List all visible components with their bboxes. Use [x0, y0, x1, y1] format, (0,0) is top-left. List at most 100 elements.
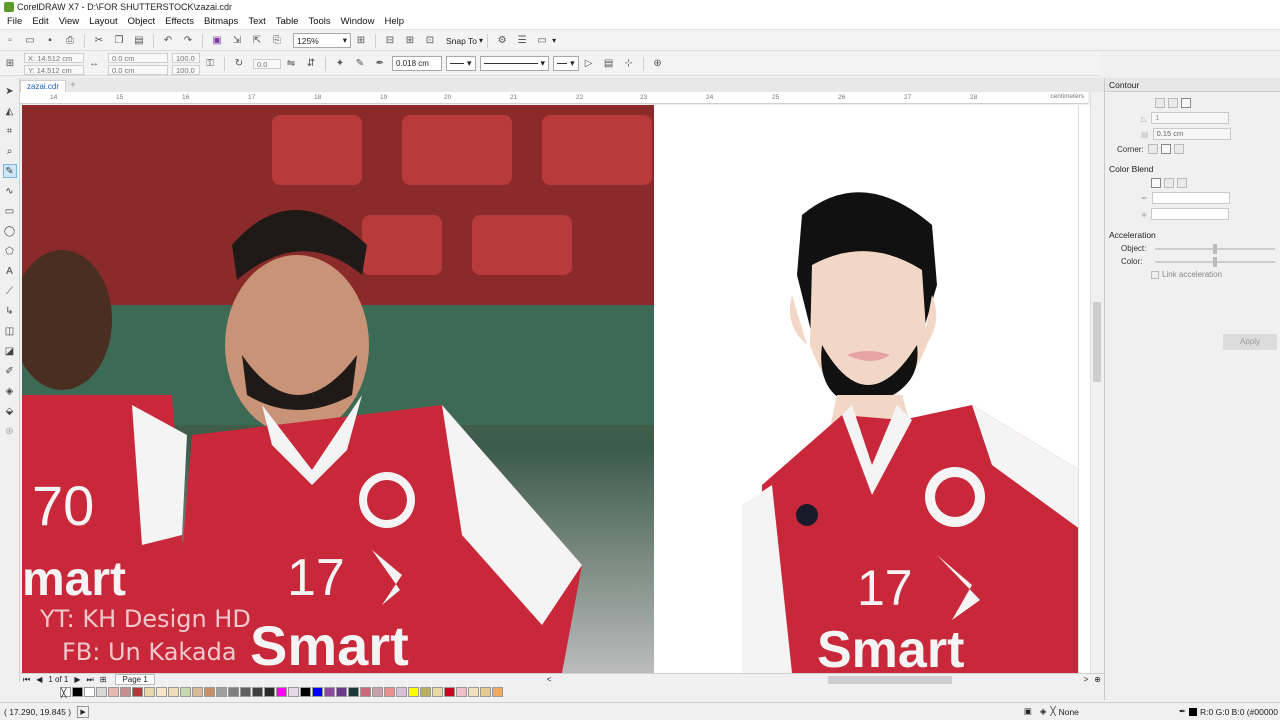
palette-swatch[interactable] — [480, 687, 491, 697]
scroll-left-icon[interactable]: < — [547, 675, 552, 684]
contour-offset-field[interactable]: 0.15 cm — [1152, 128, 1231, 140]
show-grid-icon[interactable]: ⊞ — [403, 34, 417, 48]
redo-icon[interactable]: ↷ — [181, 34, 195, 48]
palette-swatch[interactable] — [180, 687, 191, 697]
palette-swatch[interactable] — [240, 687, 251, 697]
pick-tool-icon[interactable]: ➤ — [3, 84, 17, 98]
palette-swatch[interactable] — [156, 687, 167, 697]
height-field[interactable]: 0.0 cm — [108, 64, 168, 75]
ellipse-tool-icon[interactable]: ◯ — [3, 224, 17, 238]
counterclockwise-blend-icon[interactable] — [1177, 178, 1187, 188]
round-corner-icon[interactable] — [1160, 144, 1171, 154]
node-snap-icon[interactable]: ✦ — [333, 57, 347, 71]
smart-fill-icon[interactable]: ⬙ — [3, 404, 17, 418]
crop-tool-icon[interactable]: ⌗ — [3, 124, 17, 138]
palette-swatch[interactable] — [72, 687, 83, 697]
palette-swatch[interactable] — [144, 687, 155, 697]
menu-layout[interactable]: Layout — [84, 14, 123, 30]
auto-close-icon[interactable]: ✎ — [353, 57, 367, 71]
last-page-icon[interactable]: ⏭ — [87, 675, 94, 685]
add-tool-icon[interactable]: ⊕ — [3, 424, 17, 438]
align-icon[interactable]: ☰ — [515, 34, 529, 48]
menu-file[interactable]: File — [2, 14, 27, 30]
palette-swatch[interactable] — [288, 687, 299, 697]
palette-swatch[interactable] — [336, 687, 347, 697]
apply-button[interactable]: Apply — [1223, 334, 1277, 350]
vertical-ruler[interactable] — [1078, 105, 1090, 673]
zoom-tool-icon[interactable]: ⌕ — [3, 144, 17, 158]
palette-swatch[interactable] — [120, 687, 131, 697]
menu-text[interactable]: Text — [243, 14, 270, 30]
rotation-angle-field[interactable]: 0.0 — [253, 58, 281, 69]
palette-swatch[interactable] — [396, 687, 407, 697]
object-origin-icon[interactable]: ⊞ — [3, 57, 17, 71]
vertical-scrollbar[interactable] — [1090, 92, 1102, 674]
slider-knob[interactable] — [1213, 256, 1217, 267]
import-icon[interactable]: ⇲ — [230, 34, 244, 48]
object-acceleration-slider[interactable] — [1155, 243, 1275, 254]
shape-tool-icon[interactable]: ◭ — [3, 104, 17, 118]
link-acceleration-checkbox[interactable] — [1151, 270, 1159, 279]
menu-bitmaps[interactable]: Bitmaps — [199, 14, 243, 30]
menu-window[interactable]: Window — [336, 14, 380, 30]
show-rulers-icon[interactable]: ⊟ — [383, 34, 397, 48]
horizontal-ruler[interactable]: 14 15 16 17 18 19 20 21 22 23 24 25 26 2… — [20, 92, 1088, 104]
palette-swatch[interactable] — [348, 687, 359, 697]
palette-swatch[interactable] — [168, 687, 179, 697]
scale-x-field[interactable]: 100.0 — [172, 52, 200, 63]
drop-shadow-icon[interactable]: ◫ — [3, 324, 17, 338]
mitered-corner-icon[interactable] — [1147, 144, 1158, 154]
next-page-icon[interactable]: ▶ — [74, 675, 80, 684]
palette-swatch[interactable] — [420, 687, 431, 697]
full-screen-preview-icon[interactable]: ⊞ — [354, 34, 368, 48]
palette-swatch[interactable] — [468, 687, 479, 697]
open-folder-icon[interactable]: ▭ — [23, 34, 37, 48]
line-style-select[interactable]: ▾ — [479, 56, 550, 71]
publish-pdf-icon[interactable]: ⎘ — [270, 34, 284, 48]
palette-swatch[interactable] — [132, 687, 143, 697]
save-icon[interactable]: ▪ — [43, 34, 57, 48]
outline-color-picker[interactable] — [1151, 192, 1230, 204]
palette-swatch[interactable] — [216, 687, 227, 697]
menu-view[interactable]: View — [54, 14, 84, 30]
color-acceleration-slider[interactable] — [1155, 256, 1275, 267]
paste-icon[interactable]: ▤ — [132, 34, 146, 48]
palette-swatch[interactable] — [444, 687, 455, 697]
y-position-field[interactable]: Y: 14.512 cm — [24, 64, 84, 75]
search-content-icon[interactable]: ▣ — [210, 34, 224, 48]
launch-icon[interactable]: ▭ — [535, 34, 549, 48]
prev-page-icon[interactable]: ◀ — [36, 675, 42, 684]
palette-swatch[interactable] — [84, 687, 95, 697]
text-tool-icon[interactable]: A — [3, 264, 17, 278]
menu-effects[interactable]: Effects — [160, 14, 199, 30]
reverse-direction-icon[interactable]: ▷ — [582, 57, 596, 71]
menu-table[interactable]: Table — [271, 14, 304, 30]
mirror-horizontal-icon[interactable]: ⇋ — [284, 57, 298, 71]
drawing-canvas[interactable]: 17 Smart 70 mart YT: KH Design HD FB: Un… — [22, 105, 1088, 673]
palette-swatch[interactable] — [96, 687, 107, 697]
palette-swatch[interactable] — [492, 687, 503, 697]
outline-width-select[interactable]: 0.018 cm — [392, 56, 442, 71]
navigator-icon[interactable]: ⊕ — [1094, 675, 1101, 684]
artistic-media-icon[interactable]: ∿ — [3, 184, 17, 198]
add-page-icon[interactable]: ⊞ — [100, 675, 107, 684]
polygon-tool-icon[interactable]: ⬠ — [3, 244, 17, 258]
palette-swatch[interactable] — [384, 687, 395, 697]
color-eyedropper-icon[interactable]: ✐ — [3, 364, 17, 378]
lock-ratio-icon[interactable]: ⚿ — [203, 57, 217, 71]
menu-edit[interactable]: Edit — [27, 14, 53, 30]
options-icon[interactable]: ⚙ — [495, 34, 509, 48]
page-tab[interactable]: Page 1 — [115, 674, 155, 685]
palette-swatch[interactable] — [204, 687, 215, 697]
palette-swatch[interactable] — [312, 687, 323, 697]
palette-swatch[interactable] — [264, 687, 275, 697]
slider-knob[interactable] — [1213, 243, 1217, 254]
document-tab[interactable]: zazai.cdr — [20, 80, 67, 92]
reference-photo[interactable]: 17 Smart 70 mart YT: KH Design HD FB: Un… — [22, 105, 654, 673]
cut-icon[interactable]: ✂ — [92, 34, 106, 48]
rectangle-tool-icon[interactable]: ▭ — [3, 204, 17, 218]
bounding-box-icon[interactable]: ⊹ — [622, 57, 636, 71]
wrap-text-icon[interactable]: ▤ — [602, 57, 616, 71]
width-field[interactable]: 0.0 cm — [108, 52, 168, 63]
scroll-right-icon[interactable]: > — [1084, 675, 1089, 684]
